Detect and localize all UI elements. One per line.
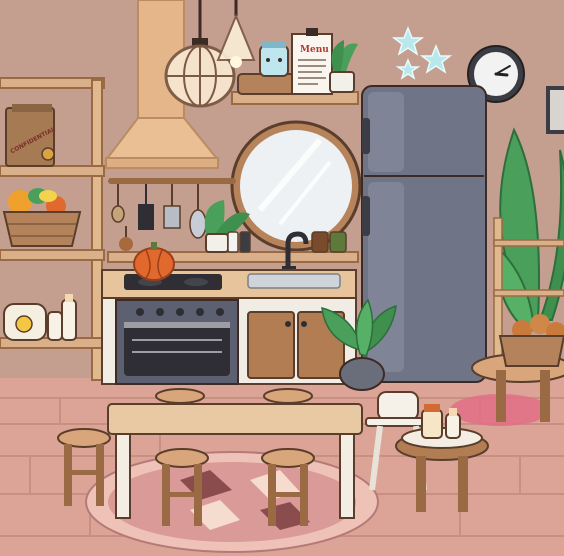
stool-back-right xyxy=(263,388,313,404)
menu-card: Menu xyxy=(291,28,333,95)
storage-box: CONFIDENTIAL xyxy=(5,104,57,167)
menu-heading: Menu xyxy=(300,45,329,55)
kitchen-scene: CONFIDENTIAL Menu xyxy=(0,0,564,556)
kitchen-illustration: CONFIDENTIAL Menu xyxy=(0,0,564,556)
wall-picture-frame xyxy=(546,86,564,134)
oven xyxy=(115,299,239,385)
stool-back-left xyxy=(155,388,205,404)
round-mirror xyxy=(230,120,362,252)
